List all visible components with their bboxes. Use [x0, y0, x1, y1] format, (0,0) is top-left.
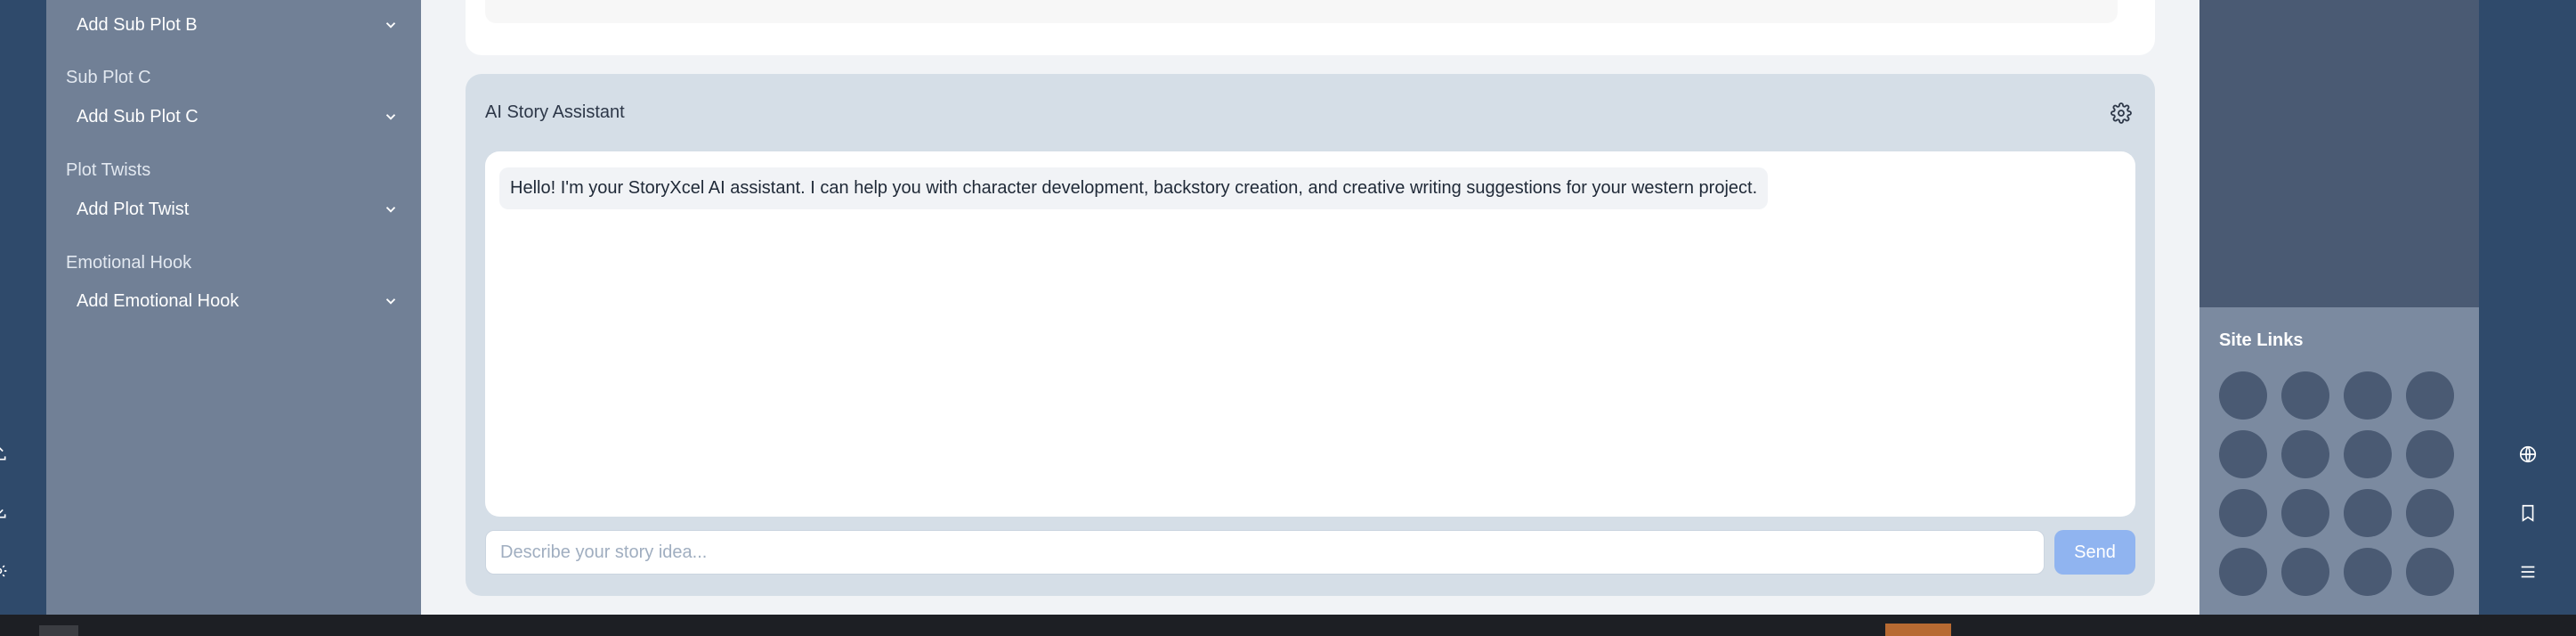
- site-link[interactable]: [2406, 430, 2454, 478]
- site-link[interactable]: [2344, 430, 2392, 478]
- left-app-rail: [0, 0, 46, 615]
- dropdown-label: Add Plot Twist: [77, 199, 190, 219]
- site-link[interactable]: [2281, 430, 2329, 478]
- site-links-panel: Site Links: [2199, 307, 2479, 615]
- site-link[interactable]: [2406, 371, 2454, 420]
- site-link[interactable]: [2344, 548, 2392, 596]
- story-idea-input[interactable]: [485, 530, 2045, 575]
- globe-icon[interactable]: [2516, 443, 2540, 466]
- gear-icon[interactable]: [2107, 99, 2135, 127]
- chat-input-row: Send: [485, 530, 2135, 575]
- site-links-title: Site Links: [2219, 330, 2304, 350]
- previous-card-inner: [485, 0, 2118, 23]
- bookmark-icon[interactable]: [2516, 501, 2540, 525]
- assistant-title: AI Story Assistant: [485, 102, 625, 122]
- site-link[interactable]: [2344, 371, 2392, 420]
- taskbar: [0, 615, 2576, 636]
- site-link[interactable]: [2219, 548, 2267, 596]
- site-link[interactable]: [2219, 489, 2267, 537]
- download-icon[interactable]: [0, 500, 11, 523]
- ai-story-assistant-panel: AI Story Assistant Hello! I'm your Story…: [466, 74, 2155, 596]
- section-label-emotional-hook: Emotional Hook: [66, 253, 192, 273]
- dropdown-label: Add Sub Plot C: [77, 106, 198, 126]
- chevron-down-icon: [385, 298, 396, 305]
- site-link[interactable]: [2281, 548, 2329, 596]
- chevron-down-icon: [385, 114, 396, 120]
- menu-icon[interactable]: [2516, 560, 2540, 583]
- site-link[interactable]: [2219, 371, 2267, 420]
- settings-icon[interactable]: [0, 559, 11, 583]
- main-content: AI Story Assistant Hello! I'm your Story…: [421, 0, 2199, 615]
- chevron-down-icon: [385, 22, 396, 29]
- add-sub-plot-c-dropdown[interactable]: Add Sub Plot C: [46, 96, 420, 137]
- add-sub-plot-b-dropdown[interactable]: Add Sub Plot B: [46, 4, 420, 45]
- site-link[interactable]: [2344, 489, 2392, 537]
- add-plot-twist-dropdown[interactable]: Add Plot Twist: [46, 189, 420, 230]
- dropdown-label: Add Emotional Hook: [77, 290, 239, 311]
- chat-messages: Hello! I'm your StoryXcel AI assistant. …: [485, 151, 2135, 517]
- right-app-rail: [2479, 0, 2576, 615]
- chevron-down-icon: [385, 207, 396, 213]
- site-link[interactable]: [2281, 489, 2329, 537]
- taskbar-start-button[interactable]: [39, 625, 78, 636]
- section-label-sub-plot-c: Sub Plot C: [66, 68, 151, 87]
- right-panel: Site Links: [2199, 0, 2479, 615]
- section-label-plot-twists: Plot Twists: [66, 160, 151, 180]
- site-link[interactable]: [2219, 430, 2267, 478]
- site-links-grid: [2219, 371, 2454, 596]
- site-link[interactable]: [2406, 489, 2454, 537]
- site-link[interactable]: [2406, 548, 2454, 596]
- upload-icon[interactable]: [0, 442, 11, 465]
- send-button[interactable]: Send: [2054, 530, 2135, 575]
- add-emotional-hook-dropdown[interactable]: Add Emotional Hook: [46, 281, 420, 322]
- assistant-message: Hello! I'm your StoryXcel AI assistant. …: [499, 167, 1769, 209]
- previous-card: [466, 0, 2155, 55]
- right-panel-top: [2199, 0, 2479, 307]
- site-link[interactable]: [2281, 371, 2329, 420]
- story-sidebar: Add Sub Plot B Sub Plot C Add Sub Plot C…: [46, 0, 421, 615]
- dropdown-label: Add Sub Plot B: [77, 14, 198, 35]
- taskbar-app-button[interactable]: [1885, 624, 1951, 636]
